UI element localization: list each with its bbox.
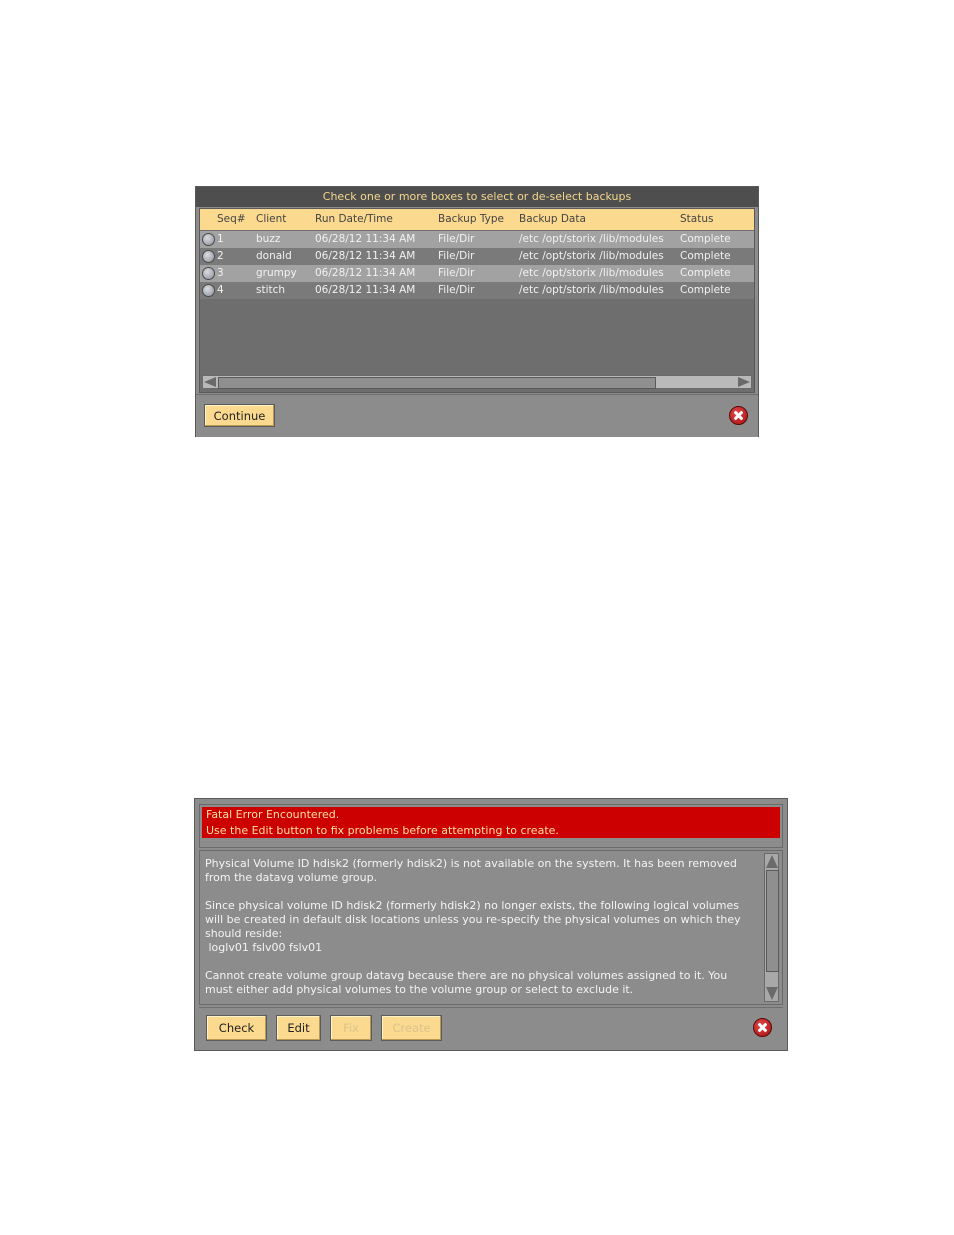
create-button[interactable]: Create [381, 1015, 442, 1041]
row-data: /etc /opt/storix /lib/modules [519, 233, 664, 245]
continue-button[interactable]: Continue [204, 404, 275, 427]
scroll-left-icon[interactable] [204, 377, 216, 387]
edit-button[interactable]: Edit [276, 1015, 321, 1041]
close-icon[interactable] [729, 406, 748, 425]
fix-button[interactable]: Fix [330, 1015, 372, 1041]
table-row[interactable]: 2 donald 06/28/12 11:34 AM File/Dir /etc… [200, 248, 754, 265]
error-title: Fatal Error Encountered. [206, 808, 340, 821]
row-date: 06/28/12 11:34 AM [315, 233, 416, 245]
message-area: Physical Volume ID hdisk2 (formerly hdis… [199, 850, 783, 1005]
row-date: 06/28/12 11:34 AM [315, 284, 416, 296]
row-seq: 2 [217, 250, 224, 262]
error-instruction: Use the Edit button to fix problems befo… [206, 824, 559, 837]
row-data: /etc /opt/storix /lib/modules [519, 267, 664, 279]
scrollbar-thumb[interactable] [766, 870, 779, 972]
table-row[interactable]: 4 stitch 06/28/12 11:34 AM File/Dir /etc… [200, 282, 754, 299]
row-seq: 3 [217, 267, 224, 279]
error-banner-frame: Fatal Error Encountered. Use the Edit bu… [199, 804, 783, 848]
row-seq: 4 [217, 284, 224, 296]
backup-select-dialog: Check one or more boxes to select or de-… [195, 186, 759, 437]
column-header-status[interactable]: Status [680, 209, 713, 230]
dialog-footer: Continue [196, 394, 758, 437]
row-client: stitch [256, 284, 286, 296]
column-header-seq[interactable]: Seq# [217, 209, 246, 230]
row-type: File/Dir [438, 233, 475, 245]
backup-list: Seq# Client Run Date/Time Backup Type Ba… [199, 208, 755, 393]
select-radio[interactable] [202, 284, 215, 297]
vertical-scrollbar[interactable] [764, 853, 779, 1002]
column-header-backup-type[interactable]: Backup Type [438, 209, 504, 230]
row-type: File/Dir [438, 267, 475, 279]
column-header-backup-data[interactable]: Backup Data [519, 209, 586, 230]
dialog-title: Check one or more boxes to select or de-… [196, 187, 758, 207]
row-date: 06/28/12 11:34 AM [315, 250, 416, 262]
scrollbar-thumb[interactable] [218, 377, 656, 389]
row-status: Complete [680, 284, 731, 296]
row-seq: 1 [217, 233, 224, 245]
column-header-run-date[interactable]: Run Date/Time [315, 209, 393, 230]
select-radio[interactable] [202, 250, 215, 263]
select-radio[interactable] [202, 233, 215, 246]
scroll-up-icon[interactable] [766, 855, 778, 868]
row-status: Complete [680, 233, 731, 245]
row-data: /etc /opt/storix /lib/modules [519, 250, 664, 262]
error-message-text: Physical Volume ID hdisk2 (formerly hdis… [205, 857, 741, 996]
select-radio[interactable] [202, 267, 215, 280]
horizontal-scrollbar[interactable] [202, 375, 752, 389]
scroll-down-icon[interactable] [766, 987, 778, 1000]
row-type: File/Dir [438, 284, 475, 296]
error-banner: Fatal Error Encountered. Use the Edit bu… [202, 807, 780, 838]
column-header-client[interactable]: Client [256, 209, 286, 230]
row-client: donald [256, 250, 292, 262]
table-row[interactable]: 3 grumpy 06/28/12 11:34 AM File/Dir /etc… [200, 265, 754, 282]
table-header: Seq# Client Run Date/Time Backup Type Ba… [200, 209, 754, 230]
row-type: File/Dir [438, 250, 475, 262]
close-icon[interactable] [753, 1018, 772, 1037]
row-data: /etc /opt/storix /lib/modules [519, 284, 664, 296]
dialog-footer: Check Edit Fix Create [199, 1007, 783, 1047]
row-status: Complete [680, 267, 731, 279]
check-button[interactable]: Check [206, 1015, 267, 1041]
scroll-right-icon[interactable] [738, 377, 750, 387]
row-date: 06/28/12 11:34 AM [315, 267, 416, 279]
row-client: buzz [256, 233, 281, 245]
row-status: Complete [680, 250, 731, 262]
row-client: grumpy [256, 267, 297, 279]
table-row[interactable]: 1 buzz 06/28/12 11:34 AM File/Dir /etc /… [200, 231, 754, 248]
fatal-error-dialog: Fatal Error Encountered. Use the Edit bu… [194, 798, 788, 1051]
